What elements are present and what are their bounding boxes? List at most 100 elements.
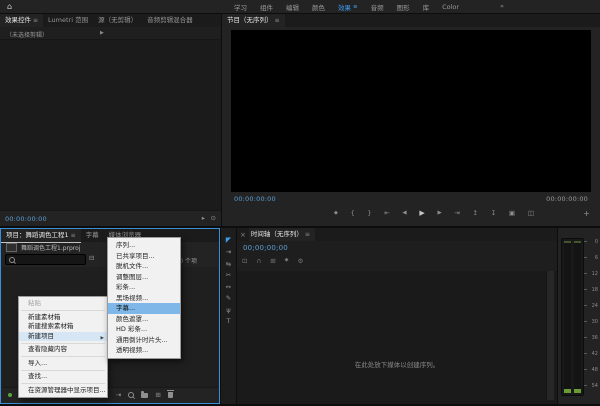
submenu-arrow-icon: ▶ (101, 334, 104, 344)
insert-overwrite-icon[interactable]: ⊡ (242, 258, 247, 265)
submenu-item-hd-bars-tone[interactable]: HD 彩条... (108, 324, 180, 335)
program-position-timecode[interactable]: 00:00:00:00 (234, 195, 276, 203)
tab-lumetri-scopes[interactable]: Lumetri 范围 (43, 14, 93, 27)
submenu-item-black-video[interactable]: 黑场视频... (108, 293, 180, 304)
menu-item-import[interactable]: 导入... (19, 359, 107, 369)
step-forward-icon[interactable]: ▶ (437, 211, 441, 217)
menu-item-reveal-in-explorer[interactable]: 在资源管理器中显示项目... (19, 386, 107, 396)
menu-separator (21, 383, 105, 384)
add-marker-icon[interactable]: ◆ (285, 258, 289, 265)
timeline-settings-wrench-icon[interactable]: ⚙ (298, 258, 304, 265)
new-item-icon[interactable]: ⊞ (155, 392, 160, 399)
clear-trash-icon[interactable] (168, 392, 173, 398)
track-select-tool-icon[interactable]: ⇥ (226, 249, 231, 256)
submenu-item-sequence[interactable]: 序列... (108, 240, 180, 251)
menu-item-paste: 粘贴 (19, 299, 107, 309)
project-thumbnail-icon (6, 243, 17, 252)
timeline-timecode[interactable]: 00;00;00;00 (243, 244, 288, 252)
snap-magnet-icon[interactable]: ∩ (256, 258, 261, 265)
collapsed-arrow-icon[interactable]: ▶ (100, 30, 104, 36)
razor-tool-icon[interactable]: ✂ (226, 272, 231, 279)
workspace-tab-graphics[interactable]: 图形 (397, 2, 410, 12)
filter-bin-icon[interactable]: ⊟ (89, 255, 94, 262)
effect-controls-timecode[interactable]: 00:00:00:00 (5, 215, 47, 223)
panel-menu-icon[interactable]: ≡ (305, 228, 310, 241)
tab-captions[interactable]: 字幕 (81, 229, 104, 242)
workspace-tab-assembly[interactable]: 组件 (260, 2, 273, 12)
panel-menu-icon[interactable]: ≡ (275, 14, 280, 27)
timeline-scrollbar[interactable] (546, 271, 554, 400)
selection-tool-icon[interactable]: ◤ (226, 237, 231, 244)
submenu-item-captions[interactable]: 字幕... (108, 303, 180, 314)
timeline-panel: × 时间轴（无序列） ≡ 00;00;00;00 ⊡ ∩ ⊞ ◆ ⚙ 在此处放下… (237, 228, 557, 404)
step-back-icon[interactable]: ◀ (402, 211, 406, 217)
add-marker-icon[interactable]: ◆ (334, 211, 338, 216)
submenu-item-color-matte[interactable]: 颜色遮罩... (108, 314, 180, 325)
tab-project[interactable]: 项目：舞蹈调色工程1 ≡ (1, 229, 81, 243)
tab-effect-controls[interactable]: 效果控件 ≡ (0, 14, 43, 28)
db-label: 18 (592, 288, 598, 293)
menu-item-new-search-bin[interactable]: 新建搜索素材箱 (19, 322, 107, 332)
linked-selection-icon[interactable]: ⊞ (270, 258, 275, 265)
automate-to-sequence-icon[interactable]: ⇥ (116, 392, 121, 399)
type-tool-icon[interactable]: T (227, 318, 231, 325)
meter-bar-right (574, 241, 581, 393)
mark-out-icon[interactable]: } (367, 210, 371, 217)
tab-program-monitor[interactable]: 节目（无序列） ≡ (222, 14, 285, 27)
tab-timeline[interactable]: 时间轴（无序列） ≡ (249, 228, 315, 241)
submenu-item-shared-project[interactable]: 已共享项目... (108, 251, 180, 262)
menu-item-find[interactable]: 查找... (19, 372, 107, 382)
search-input[interactable] (5, 254, 86, 265)
menu-item-new-bin[interactable]: 新建素材箱 (19, 313, 107, 323)
workspace-tab-editing[interactable]: 编辑 (286, 2, 299, 12)
audio-meter-bars (561, 238, 584, 396)
submenu-item-offline-file[interactable]: 脱机文件... (108, 261, 180, 272)
slip-tool-icon[interactable]: ↔ (226, 284, 231, 291)
lift-icon[interactable]: ↥ (473, 210, 478, 217)
item-count-label: 0 个项 (179, 256, 197, 265)
panel-menu-icon[interactable]: ≡ (33, 14, 38, 27)
menu-separator (21, 370, 105, 371)
play-only-icon[interactable]: ▸ (202, 215, 205, 222)
compare-view-icon[interactable]: ◫ (528, 210, 534, 217)
workspace-tab-color[interactable]: 颜色 (312, 2, 325, 12)
workspace-tab-audio[interactable]: 音频 (371, 2, 384, 12)
submenu-item-transparent-video[interactable]: 透明视频... (108, 345, 180, 356)
hand-tool-icon[interactable]: ψ (226, 307, 230, 314)
program-monitor-panel: 节目（无序列） ≡ 00:00:00:00 00:00:00:00 ◆ { } … (222, 14, 600, 226)
submenu-item-universal-counting-leader[interactable]: 通用倒计时片头... (108, 335, 180, 346)
timeline-track-area[interactable]: 在此处放下媒体以创建序列。 (237, 271, 557, 404)
button-editor-plus-icon[interactable]: + (583, 210, 590, 218)
go-to-in-icon[interactable]: ⇤ (384, 210, 389, 217)
submenu-item-bars-tone[interactable]: 彩条... (108, 282, 180, 293)
panel-close-icon[interactable]: × (237, 231, 249, 239)
workspace-tab-effects[interactable]: 效果 ≡ (338, 2, 358, 12)
workspace-menu-icon[interactable]: ≡ (353, 4, 358, 10)
menu-separator (21, 343, 105, 344)
tools-panel: ◤ ⇥ ⇆ ✂ ↔ ✎ ψ T (221, 228, 236, 404)
home-icon[interactable]: ⌂ (7, 3, 12, 11)
menu-item-view-hidden[interactable]: 查看隐藏内容 (19, 345, 107, 355)
submenu-item-adjustment-layer[interactable]: 调整图层... (108, 272, 180, 283)
project-file-name[interactable]: 舞蹈调色工程1.prproj (21, 243, 80, 252)
play-button-icon[interactable]: ▶ (419, 210, 424, 217)
extract-icon[interactable]: ↧ (491, 210, 496, 217)
panel-menu-icon[interactable]: ≡ (71, 229, 76, 242)
workspace-tab-libraries[interactable]: 库 (423, 2, 430, 12)
new-bin-icon[interactable] (141, 393, 148, 398)
clock-icon[interactable]: ⊙ (211, 215, 216, 222)
tab-source-monitor[interactable]: 源（无剪辑） (93, 14, 142, 27)
ripple-edit-tool-icon[interactable]: ⇆ (226, 261, 231, 268)
workspace-overflow-icon[interactable]: » (500, 3, 504, 10)
menu-item-new-item[interactable]: 新建项目 ▶ (19, 332, 107, 342)
workspace-tabs: 学习 组件 编辑 颜色 效果 ≡ 音频 图形 库 Color (234, 0, 459, 13)
workspace-tab-color-custom[interactable]: Color (442, 3, 459, 11)
tab-audio-clip-mixer[interactable]: 音频剪辑混合器 (142, 14, 198, 27)
go-to-out-icon[interactable]: ⇥ (454, 210, 459, 217)
workspace-tab-learning[interactable]: 学习 (234, 2, 247, 12)
menu-separator (21, 356, 105, 357)
mark-in-icon[interactable]: { (351, 210, 355, 217)
pen-tool-icon[interactable]: ✎ (226, 295, 231, 302)
export-frame-icon[interactable]: ▣ (509, 210, 515, 217)
find-icon[interactable] (128, 392, 134, 398)
